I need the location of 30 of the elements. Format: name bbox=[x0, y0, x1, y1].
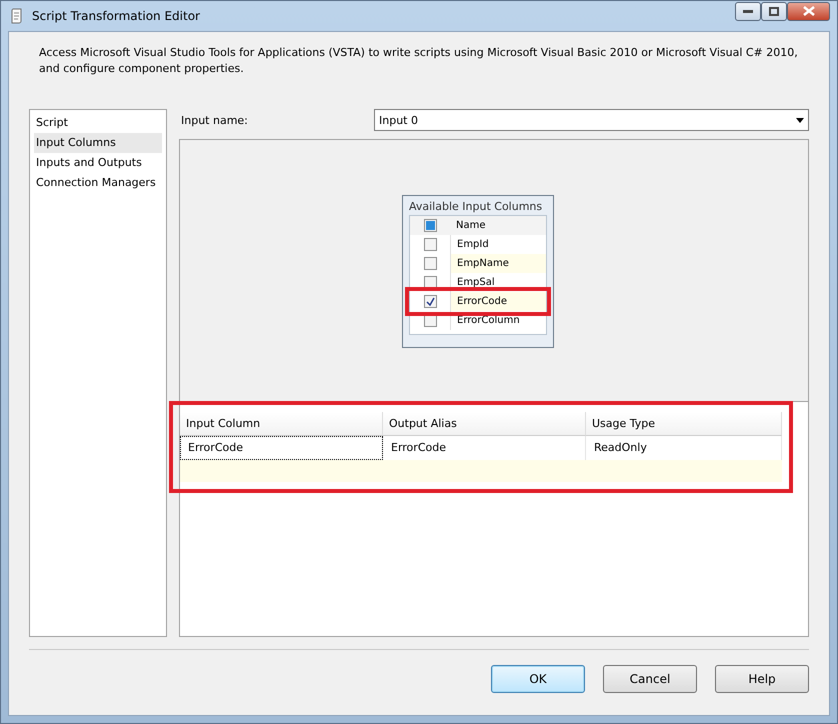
minimize-icon bbox=[743, 10, 753, 12]
column-name: ErrorCode bbox=[450, 292, 546, 311]
sidebar-item[interactable]: Input Columns bbox=[34, 133, 162, 153]
description-text: Access Microsoft Visual Studio Tools for Applications (VSTA) to write scripts using Microsoft Visual Basic 2010 or Microsoft Visual C# 2010, and configure component properties. bbox=[39, 45, 799, 77]
close-button[interactable] bbox=[787, 2, 830, 20]
close-icon bbox=[802, 6, 814, 16]
window-title: Script Transformation Editor bbox=[32, 9, 201, 23]
input-name-dropdown[interactable]: Input 0 bbox=[374, 109, 809, 131]
dialog-button[interactable]: Help bbox=[715, 665, 809, 693]
sidebar-item[interactable]: Script bbox=[34, 113, 162, 133]
panel-title: Available Input Columns bbox=[409, 200, 544, 213]
sidebar-item[interactable]: Connection Managers bbox=[34, 173, 162, 193]
maximize-button[interactable] bbox=[761, 2, 787, 20]
dialog-button[interactable]: Cancel bbox=[603, 665, 697, 693]
grid-header: Input Column bbox=[180, 412, 383, 436]
column-checkbox[interactable] bbox=[424, 295, 436, 308]
grid-header: Usage Type bbox=[586, 412, 782, 436]
column-checkbox[interactable] bbox=[424, 238, 436, 251]
sidebar-item[interactable]: Inputs and Outputs bbox=[34, 153, 162, 173]
dialog-button[interactable]: OK bbox=[491, 665, 585, 693]
minimize-button[interactable] bbox=[735, 2, 761, 20]
select-all-checkbox[interactable] bbox=[424, 219, 436, 232]
column-name: EmpName bbox=[450, 254, 546, 273]
dropdown-arrow-icon bbox=[796, 118, 804, 122]
input-name-label: Input name: bbox=[181, 114, 248, 126]
script-icon bbox=[10, 8, 24, 24]
maximize-icon bbox=[769, 6, 779, 16]
column-checkbox[interactable] bbox=[424, 257, 436, 270]
grid-header: Output Alias bbox=[383, 412, 586, 436]
column-header: Name bbox=[455, 220, 487, 231]
